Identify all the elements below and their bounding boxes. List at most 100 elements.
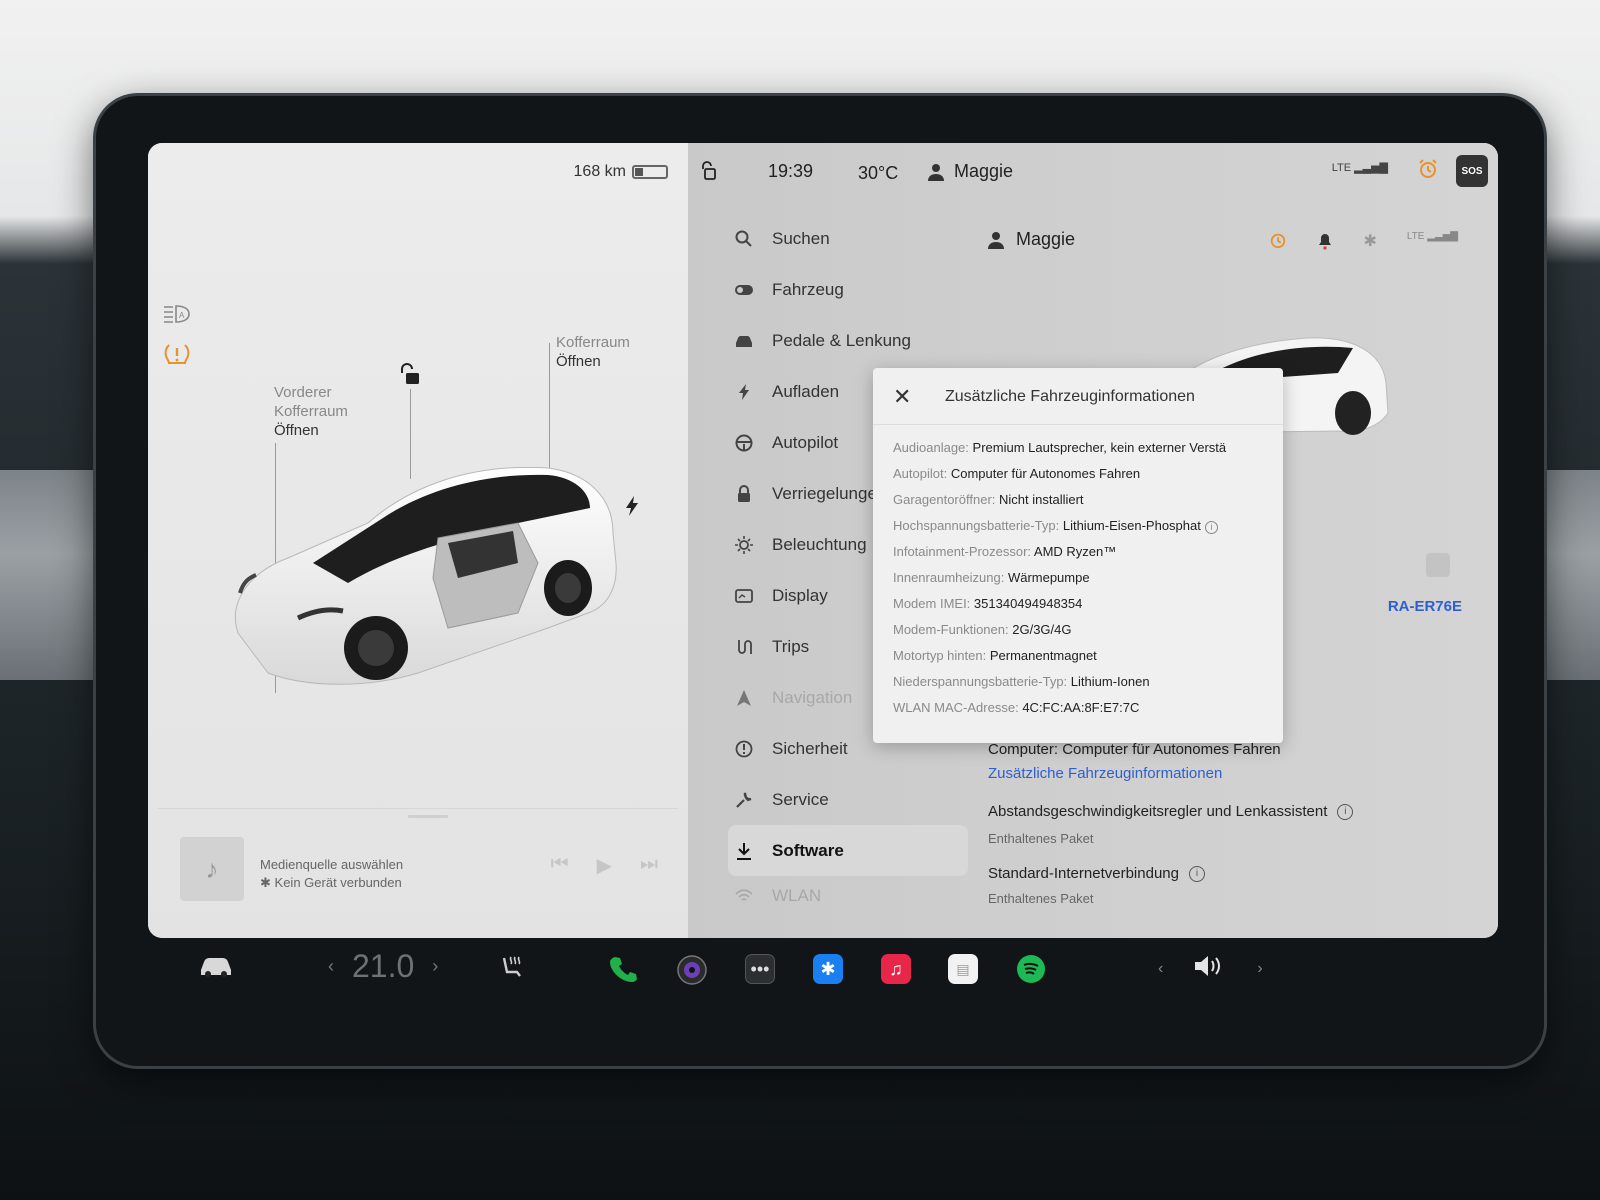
vehicle-code[interactable]: RA-ER76E xyxy=(1388,598,1462,615)
menu-item-pedale-lenkung[interactable]: Pedale & Lenkung xyxy=(728,315,978,366)
volume-down-chevron-icon[interactable]: ‹ xyxy=(1158,960,1163,978)
menu-item-fahrzeug[interactable]: Fahrzeug xyxy=(728,264,978,315)
unlock-icon[interactable] xyxy=(398,363,420,387)
next-track-icon[interactable]: ⏭ xyxy=(640,853,658,878)
info-value: Lithium-Eisen-Phosphat xyxy=(1062,518,1201,533)
sun-icon xyxy=(734,535,754,554)
spotify-app-icon[interactable] xyxy=(1016,954,1046,984)
speaker-volume-icon[interactable] xyxy=(1193,954,1227,983)
package-acc-title: Abstandsgeschwindigkeitsregler und Lenka… xyxy=(988,803,1328,820)
phone-icon[interactable] xyxy=(608,954,638,984)
info-value: Computer für Autonomes Fahren xyxy=(950,466,1141,481)
info-value: 4C:FC:AA:8F:E7:7C xyxy=(1022,700,1140,715)
info-value: AMD Ryzen™ xyxy=(1033,544,1117,559)
info-key: Motortyp hinten: xyxy=(893,648,987,663)
info-row: Hochspannungsbatterie-Typ: Lithium-Eisen… xyxy=(893,518,1273,544)
temperature-increase-icon[interactable]: › xyxy=(432,956,438,977)
media-device-row: ✱ Kein Gerät verbunden xyxy=(260,875,402,891)
menu-item-label: Navigation xyxy=(772,687,853,707)
detail-user-name: Maggie xyxy=(1016,229,1076,249)
search-icon xyxy=(734,230,754,248)
info-key: WLAN MAC-Adresse: xyxy=(893,700,1019,715)
calendar-app-icon[interactable]: ▤ xyxy=(948,954,978,984)
menu-item-label: Service xyxy=(772,789,829,809)
frunk-label-line2: Kofferraum xyxy=(274,403,348,420)
info-value: Lithium-Ionen xyxy=(1070,674,1150,689)
info-row: Infotainment-Prozessor: AMD Ryzen™ xyxy=(893,544,1273,570)
notification-bell-icon[interactable] xyxy=(1317,231,1333,256)
wrench-icon xyxy=(734,791,754,809)
menu-item-label: Autopilot xyxy=(772,432,839,452)
menu-item-label: Verriegelungen xyxy=(772,483,887,503)
close-icon[interactable]: ✕ xyxy=(893,384,911,410)
climate-temperature-control: ‹ 21.0 › xyxy=(328,948,438,985)
info-key: Audioanlage: xyxy=(893,440,969,455)
bottom-dock: ‹ 21.0 › ••• ✱ ♫ ▤ ‹ › xyxy=(148,938,1498,1024)
menu-item-software[interactable]: Software xyxy=(728,825,968,876)
trunk-label[interactable]: Kofferraum Öffnen xyxy=(556,333,630,371)
info-value: Wärmepumpe xyxy=(1007,570,1090,585)
wifi-icon xyxy=(734,889,754,903)
info-row: Motortyp hinten: Permanentmagnet xyxy=(893,648,1273,674)
info-row: Niederspannungsbatterie-Typ: Lithium-Ion… xyxy=(893,674,1273,700)
media-device-text: Kein Gerät verbunden xyxy=(274,875,402,890)
seat-heater-icon[interactable] xyxy=(498,954,526,982)
person-icon xyxy=(988,231,1004,249)
alarm-clock-icon[interactable] xyxy=(1269,231,1287,256)
info-key: Modem IMEI: xyxy=(893,596,971,611)
signal-icon: LTE ▂▃▅▇ xyxy=(1406,231,1458,242)
media-player: ♪ Medienquelle auswählen ✱ Kein Gerät ve… xyxy=(158,808,678,928)
car-icon[interactable] xyxy=(198,954,234,978)
modal-title: Zusätzliche Fahrzeuginformationen xyxy=(945,388,1195,405)
temperature-decrease-icon[interactable]: ‹ xyxy=(328,956,334,977)
modal-info-list: Audioanlage: Premium Lautsprecher, kein … xyxy=(893,440,1273,726)
previous-track-icon[interactable]: ⏮ xyxy=(551,853,569,878)
music-app-icon[interactable]: ♫ xyxy=(881,954,911,984)
menu-item-service[interactable]: Service xyxy=(728,774,978,825)
color-swatch xyxy=(1426,553,1450,577)
tire-pressure-warning-icon[interactable] xyxy=(162,341,192,367)
unlocked-padlock-icon[interactable] xyxy=(700,161,716,186)
package-connectivity-subtitle: Enthaltenes Paket xyxy=(988,891,1094,906)
alert-circle-icon xyxy=(734,740,754,758)
info-row: Audioanlage: Premium Lautsprecher, kein … xyxy=(893,440,1273,466)
music-note-icon[interactable]: ♪ xyxy=(180,837,244,901)
trunk-open-action[interactable]: Öffnen xyxy=(556,353,601,370)
menu-item-label: Pedale & Lenkung xyxy=(772,330,911,350)
play-icon[interactable]: ▶ xyxy=(597,853,612,878)
bluetooth-icon[interactable]: ✱ xyxy=(1363,231,1376,256)
info-icon[interactable]: i xyxy=(1337,803,1354,820)
more-apps-icon[interactable]: ••• xyxy=(745,954,775,984)
auto-headlights-icon[interactable]: A xyxy=(162,303,192,325)
detail-profile[interactable]: Maggie xyxy=(988,229,1075,250)
volume-control: ‹ › xyxy=(1158,954,1263,983)
info-value: 351340494948354 xyxy=(973,596,1083,611)
media-drawer-handle[interactable] xyxy=(408,815,448,818)
lock-icon xyxy=(734,484,754,503)
menu-item-label: Beleuchtung xyxy=(772,534,867,554)
left-status-icons: A xyxy=(162,303,192,367)
frunk-label[interactable]: Vorderer Kofferraum Öffnen xyxy=(274,383,348,440)
frunk-open-action[interactable]: Öffnen xyxy=(274,422,319,439)
info-icon[interactable]: i xyxy=(1188,865,1205,882)
info-icon[interactable]: i xyxy=(1204,520,1218,534)
volume-up-chevron-icon[interactable]: › xyxy=(1257,960,1262,978)
bluetooth-app-icon[interactable]: ✱ xyxy=(813,954,843,984)
vehicle-info-modal: ✕ Zusätzliche Fahrzeuginformationen Audi… xyxy=(873,368,1283,743)
info-row: Autopilot: Computer für Autonomes Fahren xyxy=(893,466,1273,492)
info-key: Garagentoröffner: xyxy=(893,492,996,507)
camera-icon[interactable] xyxy=(676,954,708,986)
bolt-icon xyxy=(734,383,754,401)
info-row: Innenraumheizung: Wärmepumpe xyxy=(893,570,1273,596)
menu-item-suchen[interactable]: Suchen xyxy=(728,213,978,264)
more-vehicle-info-link[interactable]: Zusätzliche Fahrzeuginformationen xyxy=(988,765,1222,782)
menu-item-wlan[interactable]: WLAN xyxy=(728,876,978,916)
info-value: Permanentmagnet xyxy=(989,648,1097,663)
media-source-text[interactable]: Medienquelle auswählen xyxy=(260,857,403,872)
car-image[interactable] xyxy=(218,443,638,708)
cabin-temperature[interactable]: 21.0 xyxy=(352,948,414,985)
outside-temperature: 30°C xyxy=(858,163,899,183)
info-value: Nicht installiert xyxy=(999,492,1084,507)
steering-wheel-icon xyxy=(734,434,754,452)
range-text: 168 km xyxy=(573,163,626,180)
